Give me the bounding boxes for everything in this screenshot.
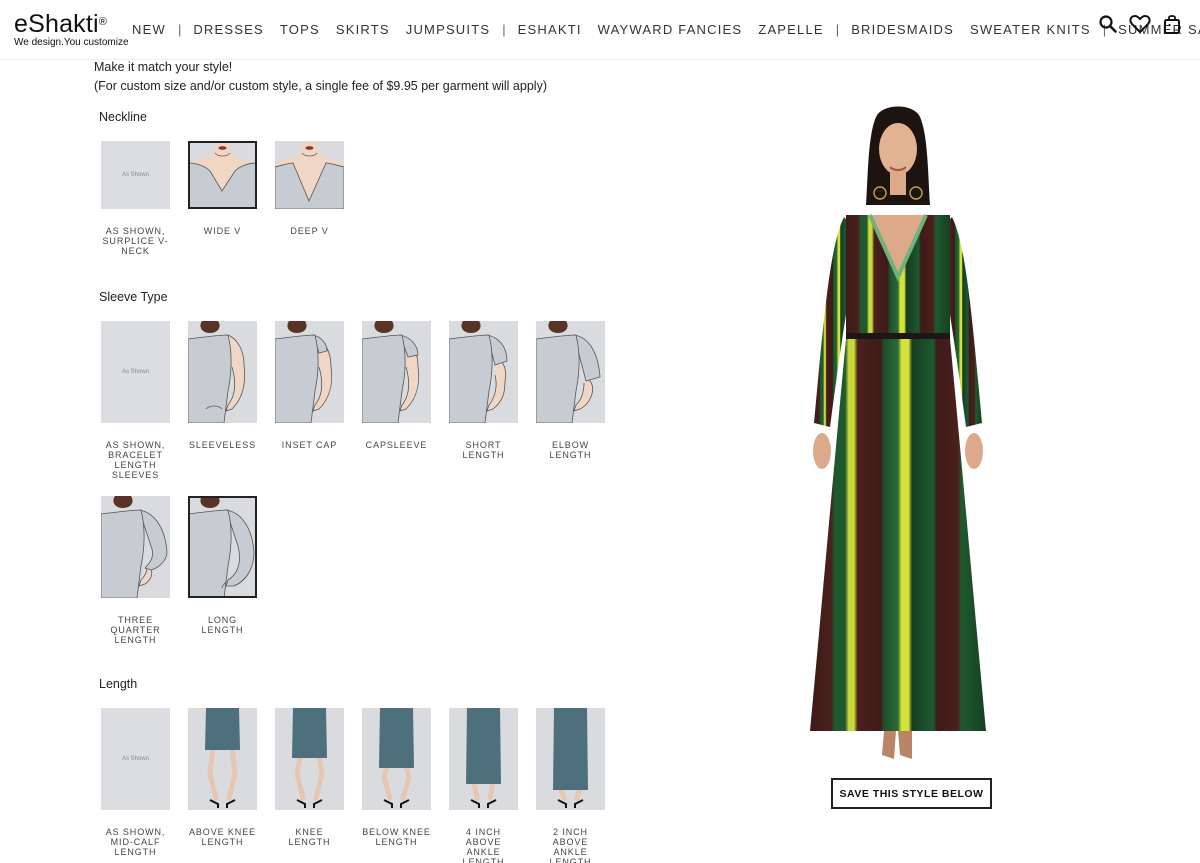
nav-item-jumpsuits[interactable]: JUMPSUITS: [406, 22, 490, 37]
length-option-knee[interactable]: KNEE LENGTH: [275, 708, 344, 847]
option-label: AS SHOWN, MID-CALF LENGTH: [105, 827, 166, 857]
length-thumb: [362, 708, 431, 810]
customize-intro: Make it match your style! (For custom si…: [94, 58, 547, 96]
length-thumb: [536, 708, 605, 810]
option-label: ABOVE KNEE LENGTH: [188, 827, 257, 847]
length-thumb: [188, 708, 257, 810]
length-option-above-knee[interactable]: ABOVE KNEE LENGTH: [188, 708, 257, 847]
nav-item-zapelle[interactable]: ZAPELLE: [758, 22, 824, 37]
nav-item-skirts[interactable]: SKIRTS: [336, 22, 390, 37]
as-shown-placeholder: As Shown: [121, 172, 149, 178]
option-label: THREE QUARTER LENGTH: [110, 615, 161, 645]
intro-fee-note: (For custom size and/or custom style, a …: [94, 79, 547, 93]
option-label: INSET CAP: [281, 440, 338, 450]
neckline-option-wide-v[interactable]: WIDE V: [188, 141, 257, 236]
sleeve-section-title: Sleeve Type: [99, 290, 168, 304]
shopping-bag-icon[interactable]: [1160, 12, 1184, 36]
sleeve-option-short-length[interactable]: SHORT LENGTH: [449, 321, 518, 460]
length-thumb: [449, 708, 518, 810]
logo-tagline: We design.You customize: [14, 37, 129, 48]
length-section-title: Length: [99, 677, 138, 691]
logo[interactable]: eShakti® We design.You customize: [14, 10, 134, 49]
main-nav: NEW | DRESSES TOPS SKIRTS JUMPSUITS | ES…: [132, 22, 1200, 37]
sleeve-thumb: As Shown: [101, 321, 170, 423]
sleeve-thumb: [101, 496, 170, 598]
search-icon[interactable]: [1096, 12, 1120, 36]
length-thumb: [275, 708, 344, 810]
product-image: [790, 105, 1000, 765]
sleeve-thumb: [275, 321, 344, 423]
option-label: SHORT LENGTH: [462, 440, 505, 460]
option-label: KNEE LENGTH: [288, 827, 331, 847]
length-option-as-shown[interactable]: As Shown AS SHOWN, MID-CALF LENGTH: [101, 708, 170, 857]
option-label: LONG LENGTH: [201, 615, 244, 635]
option-label: BELOW KNEE LENGTH: [362, 827, 431, 847]
option-label: SLEEVELESS: [188, 440, 257, 450]
nav-separator: |: [835, 22, 840, 37]
neckline-option-as-shown[interactable]: As Shown AS SHOWN, SURPLICE V-NECK: [101, 141, 170, 256]
sleeve-thumb: [188, 496, 257, 598]
neckline-thumb: As Shown: [101, 141, 170, 209]
option-label: ELBOW LENGTH: [549, 440, 592, 460]
neckline-thumb: [275, 141, 344, 209]
as-shown-placeholder: As Shown: [121, 756, 149, 762]
nav-item-tops[interactable]: TOPS: [280, 22, 320, 37]
sleeve-option-inset-cap[interactable]: INSET CAP: [275, 321, 344, 450]
site-header: eShakti® We design.You customize NEW | D…: [0, 0, 1200, 60]
neckline-thumb: [188, 141, 257, 209]
option-label: CAPSLEEVE: [365, 440, 428, 450]
length-option-2-inch-above-ankle[interactable]: 2 INCH ABOVE ANKLE LENGTH: [536, 708, 605, 863]
nav-item-dresses[interactable]: DRESSES: [193, 22, 264, 37]
option-label: WIDE V: [203, 226, 242, 236]
nav-item-wayward-fancies[interactable]: WAYWARD FANCIES: [598, 22, 743, 37]
length-option-4-inch-above-ankle[interactable]: 4 INCH ABOVE ANKLE LENGTH: [449, 708, 518, 863]
length-thumb: As Shown: [101, 708, 170, 810]
heart-icon[interactable]: [1128, 12, 1152, 36]
neckline-option-deep-v[interactable]: DEEP V: [275, 141, 344, 236]
nav-item-sweater-knits[interactable]: SWEATER KNITS: [970, 22, 1091, 37]
save-style-button[interactable]: SAVE THIS STYLE BELOW: [831, 778, 992, 809]
nav-item-new[interactable]: NEW: [132, 22, 166, 37]
logo-wordmark: eShakti®: [14, 10, 108, 38]
header-icons: [1088, 12, 1184, 36]
sleeve-option-capsleeve[interactable]: CAPSLEEVE: [362, 321, 431, 450]
option-label: DEEP V: [290, 226, 329, 236]
sleeve-option-three-quarter-length[interactable]: THREE QUARTER LENGTH: [101, 496, 170, 645]
as-shown-placeholder: As Shown: [121, 369, 149, 375]
nav-item-bridesmaids[interactable]: BRIDESMAIDS: [851, 22, 954, 37]
option-label: 4 INCH ABOVE ANKLE LENGTH: [462, 827, 505, 863]
nav-item-eshakti[interactable]: ESHAKTI: [518, 22, 582, 37]
sleeve-thumb: [449, 321, 518, 423]
option-label: 2 INCH ABOVE ANKLE LENGTH: [549, 827, 592, 863]
sleeve-thumb: [362, 321, 431, 423]
option-label: AS SHOWN, BRACELET LENGTH SLEEVES: [105, 440, 166, 480]
nav-separator: |: [502, 22, 506, 37]
neckline-section-title: Neckline: [99, 110, 147, 124]
sleeve-thumb: [536, 321, 605, 423]
sleeve-option-as-shown[interactable]: As Shown AS SHOWN, BRACELET LENGTH SLEEV…: [101, 321, 170, 480]
sleeve-option-long-length[interactable]: LONG LENGTH: [188, 496, 257, 635]
sleeve-option-elbow-length[interactable]: ELBOW LENGTH: [536, 321, 605, 460]
nav-separator: |: [177, 22, 182, 37]
length-option-below-knee[interactable]: BELOW KNEE LENGTH: [362, 708, 431, 847]
intro-heading: Make it match your style!: [94, 60, 233, 74]
sleeve-option-sleeveless[interactable]: SLEEVELESS: [188, 321, 257, 450]
option-label: AS SHOWN, SURPLICE V-NECK: [102, 226, 169, 256]
sleeve-thumb: [188, 321, 257, 423]
